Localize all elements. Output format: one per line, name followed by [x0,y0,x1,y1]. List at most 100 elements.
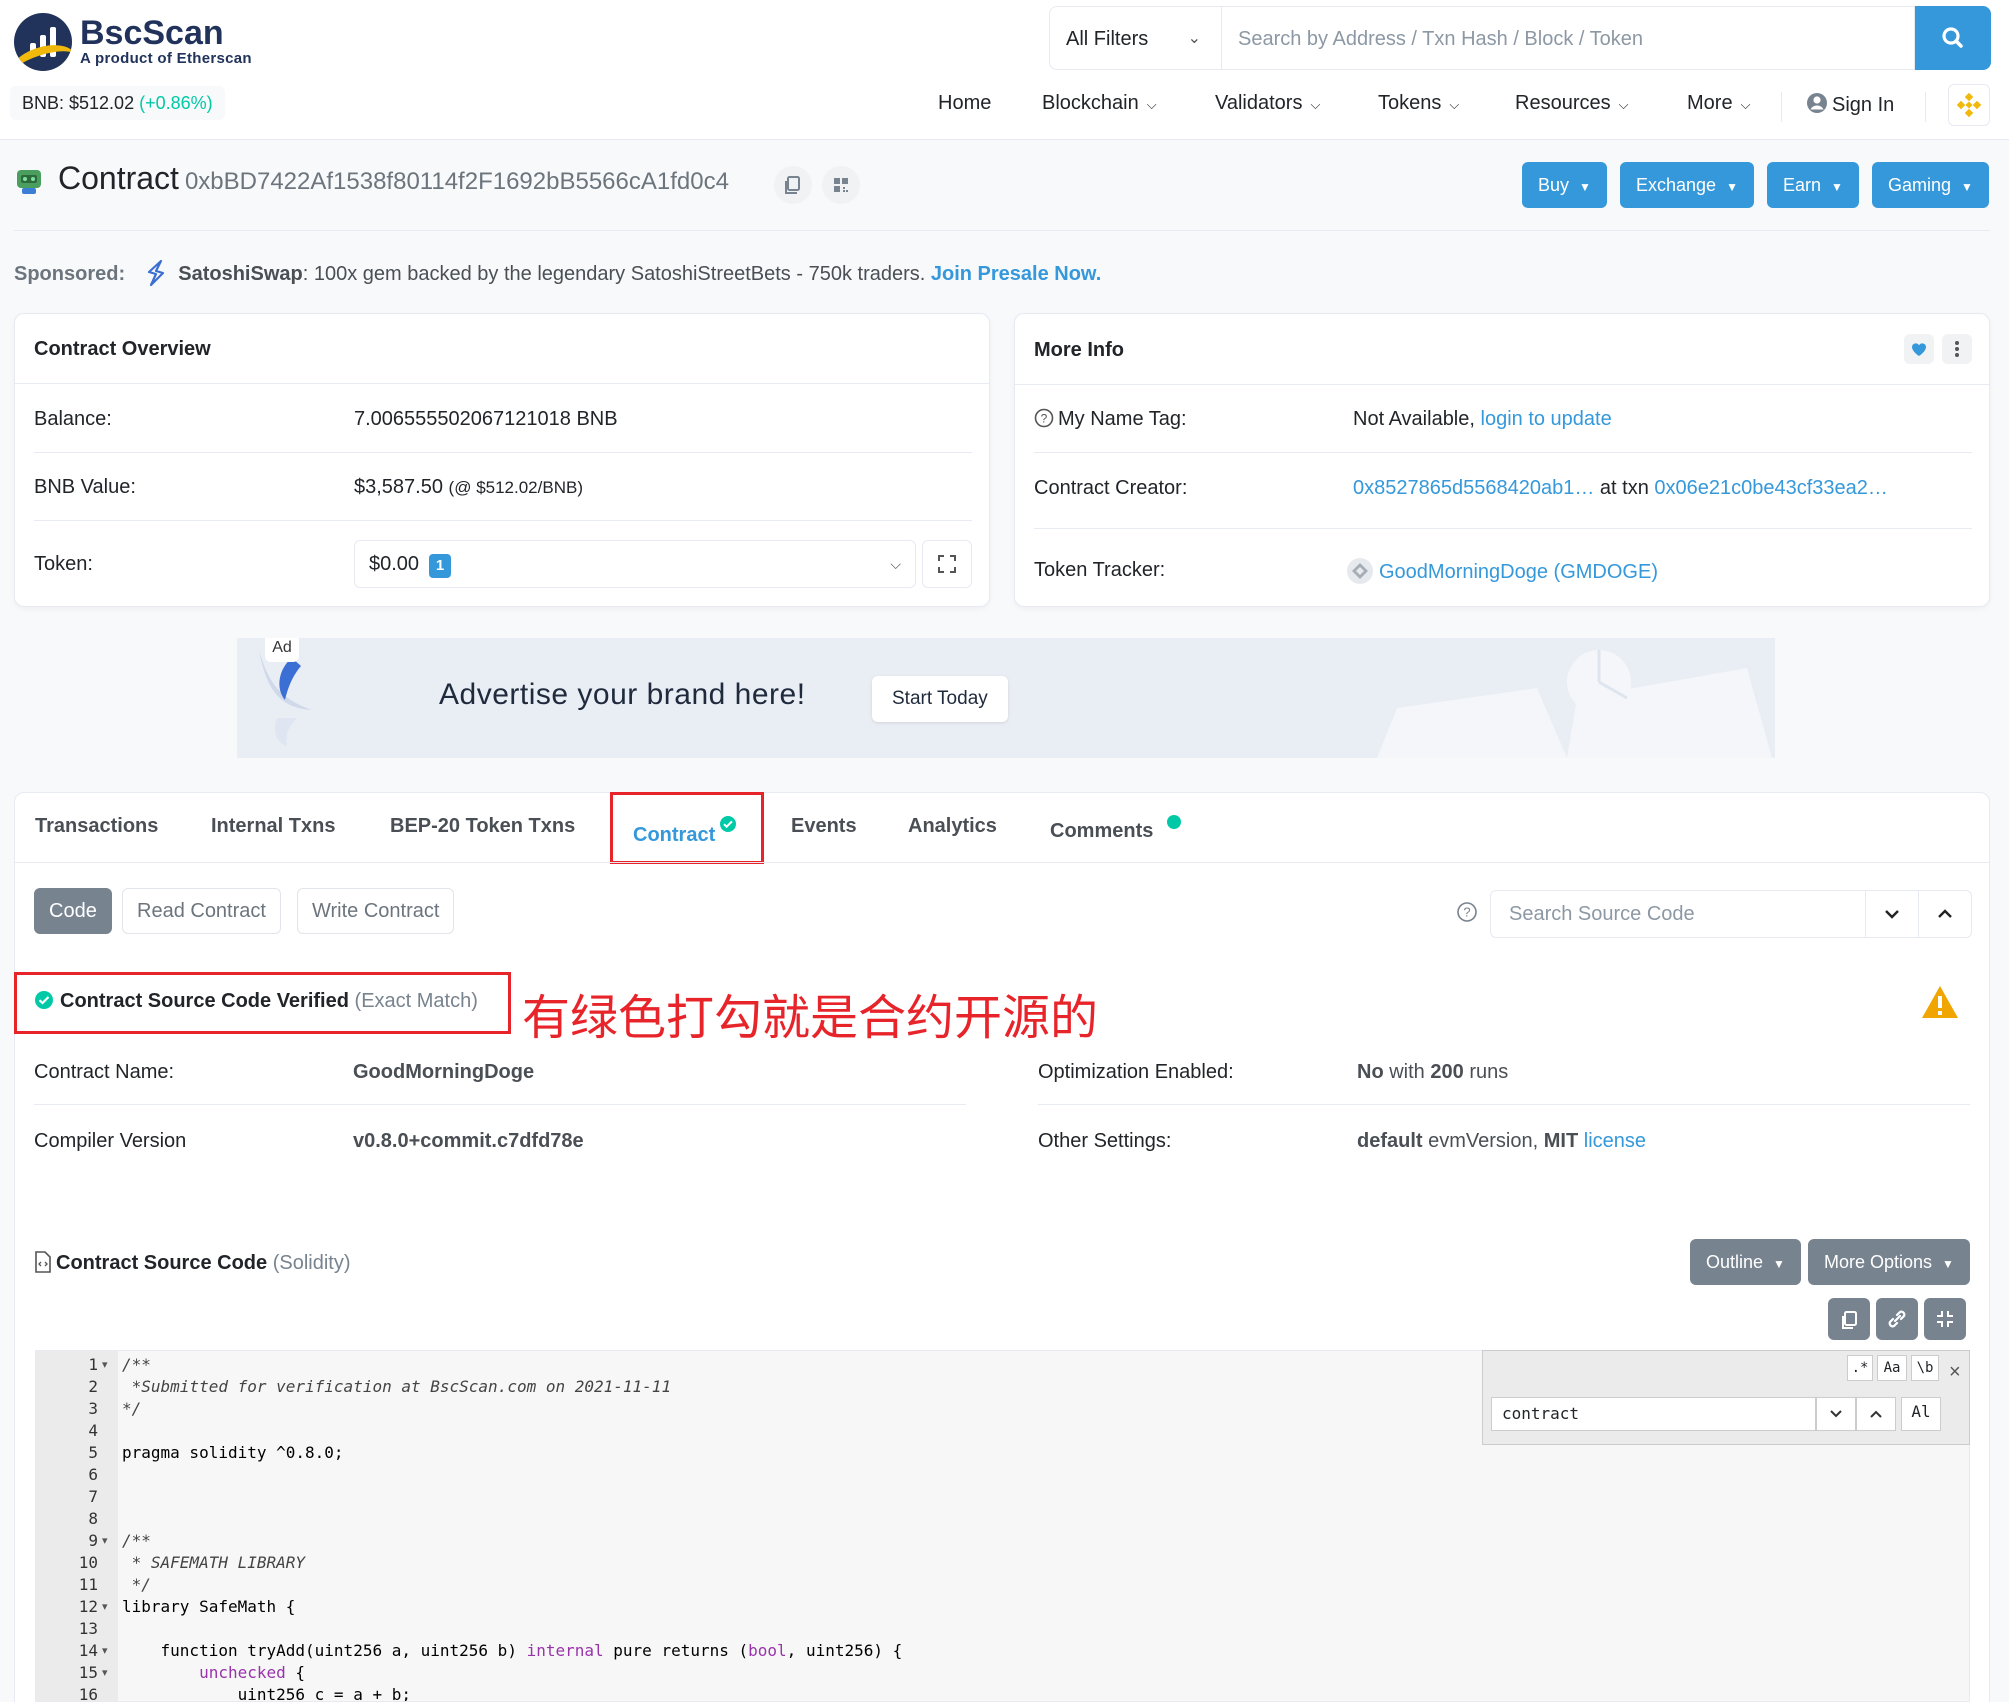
sponsor-cta-link[interactable]: Join Presale Now. [931,263,1101,285]
copy-address-button[interactable] [774,166,812,204]
search-source-code-input[interactable]: Search Source Code [1490,890,1866,938]
editor-find-panel: .* Aa \b × contract Al [1482,1350,1970,1445]
chevron-down-icon: ⌵ [1310,97,1321,112]
earn-button[interactable]: Earn ▼ [1767,162,1859,208]
nav-validators[interactable]: Validators ⌵ [1215,92,1320,115]
copy-source-button[interactable] [1828,1298,1870,1340]
nav-tokens[interactable]: Tokens ⌵ [1378,92,1459,115]
sponsor-name[interactable]: SatoshiSwap [178,263,302,285]
creator-txn-link[interactable]: 0x06e21c0be43cf33ea2… [1654,477,1888,499]
divider [14,862,1990,863]
login-to-update-link[interactable]: login to update [1481,408,1612,430]
code-line: unchecked { [199,1663,306,1682]
gaming-button[interactable]: Gaming ▼ [1872,162,1989,208]
token-tracker-link[interactable]: GoodMorningDoge (GMDOGE) [1379,561,1658,583]
line-number: 6 [88,1465,98,1484]
link-source-button[interactable] [1876,1298,1918,1340]
code-line: * SAFEMATH LIBRARY [122,1553,306,1572]
close-icon[interactable]: × [1949,1361,1961,1384]
optimization-no: No [1357,1061,1384,1083]
find-all-button[interactable]: Al [1901,1397,1941,1431]
more-options-dropdown[interactable]: More Options ▼ [1808,1239,1970,1285]
tab-bep20-token-txns[interactable]: BEP-20 Token Txns [390,815,575,838]
question-circle-icon[interactable]: ? [1456,901,1478,923]
chevron-down-icon: ▼ [1831,180,1843,194]
compiler-version-label: Compiler Version [34,1130,187,1152]
search-button[interactable] [1915,6,1991,70]
license-link[interactable]: license [1584,1130,1646,1152]
find-word-toggle[interactable]: \b [1911,1355,1939,1381]
exchange-button[interactable]: Exchange ▼ [1620,162,1754,208]
bnb-diamond-icon [1956,92,1982,118]
token-holdings-select[interactable]: $0.00 1 ⌵ [354,540,916,588]
tab-transactions[interactable]: Transactions [35,815,158,838]
other-mit: MIT [1543,1130,1579,1152]
bnb-value-label: BNB Value: [34,476,136,498]
search-next-button[interactable] [1865,890,1919,938]
subtab-write-contract[interactable]: Write Contract [297,888,455,934]
divider [14,230,1990,231]
nav-home[interactable]: Home [938,92,991,115]
bscscan-logo-icon[interactable] [14,13,72,71]
divider [1034,452,1972,453]
chevron-down-icon: ▼ [1961,180,1973,194]
search-filter-select[interactable]: All Filters ⌄ [1049,6,1221,70]
heart-icon [1912,343,1926,356]
optimization-label: Optimization Enabled: [1038,1061,1234,1083]
fold-toggle-icon[interactable]: ▾ [102,1600,108,1613]
warning-icon[interactable] [1920,984,1960,1020]
search-input[interactable]: Search by Address / Txn Hash / Block / T… [1221,6,1915,70]
favorite-button[interactable] [1904,334,1934,364]
chevron-down-icon: ▼ [1726,180,1738,194]
chevron-down-icon: ⌄ [1187,30,1201,47]
find-case-toggle[interactable]: Aa [1877,1355,1907,1381]
subtab-code[interactable]: Code [34,888,112,934]
buy-button[interactable]: Buy ▼ [1522,162,1607,208]
fold-toggle-icon[interactable]: ▾ [102,1358,108,1371]
tab-events[interactable]: Events [791,815,857,838]
nav-resources[interactable]: Resources ⌵ [1515,92,1628,115]
name-tag-label: My Name Tag: [1058,408,1187,430]
creator-address-link[interactable]: 0x8527865d5568420ab1… [1353,477,1594,499]
nav-more[interactable]: More ⌵ [1687,92,1750,115]
question-circle-icon[interactable]: ? [1034,408,1054,428]
token-expand-button[interactable] [922,540,972,588]
qr-code-button[interactable] [822,166,860,204]
bnb-price-change: (+0.86%) [139,93,213,113]
search-prev-button[interactable] [1918,890,1972,938]
fold-toggle-icon[interactable]: ▾ [102,1666,108,1679]
brand-name[interactable]: BscScan [80,14,224,53]
find-next-button[interactable] [1816,1397,1856,1431]
ad-cta-button[interactable]: Start Today [872,676,1008,722]
tab-comments[interactable]: Comments [1050,815,1182,843]
sponsored-label: Sponsored: [14,263,126,285]
more-options-button[interactable] [1942,334,1972,364]
fold-toggle-icon[interactable]: ▾ [102,1534,108,1547]
bnb-value-rate: (@ $512.02/BNB) [448,478,583,497]
subtab-read-contract[interactable]: Read Contract [122,888,281,934]
chevron-up-icon [1938,909,1952,918]
name-tag-not-available: Not Available, [1353,408,1475,430]
contract-creator-value: 0x8527865d5568420ab1… at txn 0x06e21c0be… [1353,477,1888,500]
find-input[interactable]: contract [1491,1397,1816,1431]
outline-button[interactable]: Outline ▼ [1690,1239,1801,1285]
nav-signin[interactable]: Sign In [1806,92,1894,117]
contract-address[interactable]: 0xbBD7422Af1538f80114f2F1692bB5566cA1fd0… [185,168,729,195]
fold-toggle-icon[interactable]: ▾ [102,1644,108,1657]
find-prev-button[interactable] [1856,1397,1896,1431]
chevron-down-icon: ⌵ [1618,97,1629,112]
line-number: 13 [78,1619,98,1638]
collapse-source-button[interactable] [1924,1298,1966,1340]
divider [1038,1104,1970,1105]
line-number: 9 [88,1531,98,1550]
tab-internal-txns[interactable]: Internal Txns [211,815,335,838]
code-line: *Submitted for verification at BscScan.c… [122,1377,672,1396]
code-line: pragma solidity ^0.8.0; [122,1443,344,1462]
find-regex-toggle[interactable]: .* [1847,1355,1873,1381]
nav-blockchain[interactable]: Blockchain ⌵ [1042,92,1157,115]
network-switch-button[interactable] [1948,84,1990,126]
tab-analytics[interactable]: Analytics [908,815,997,838]
gaming-button-label: Gaming [1888,175,1952,195]
optimization-with: with [1389,1061,1425,1083]
ad-banner[interactable]: Ad Advertise your brand here! Start Toda… [237,638,1775,758]
